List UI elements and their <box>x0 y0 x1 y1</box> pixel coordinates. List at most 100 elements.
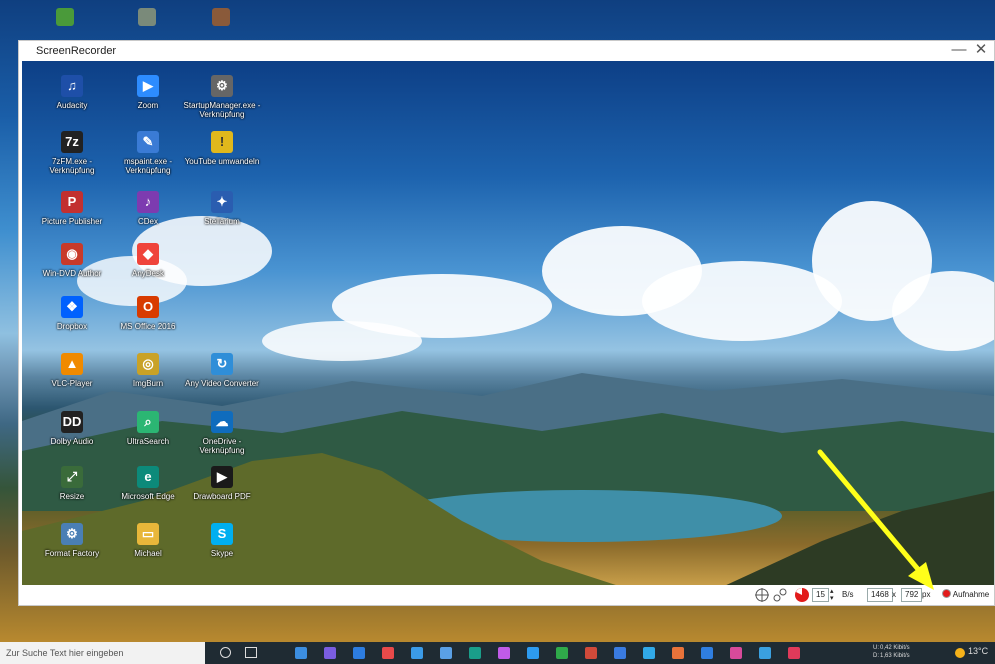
desktop-icon-label: VLC-Player <box>51 379 93 388</box>
dvd-icon: ◉ <box>61 243 83 265</box>
gear-icon: ⚙ <box>211 75 233 97</box>
desktop-icon-mspaint[interactable]: ✎ mspaint.exe - Verknüpfung <box>108 131 188 175</box>
desktop-icon-ultrasearch[interactable]: ⌕ UltraSearch <box>108 411 188 446</box>
net-down-value: 1,63 Kibit/s <box>880 653 910 659</box>
taskbar-app-icon[interactable] <box>498 647 510 659</box>
record-button[interactable]: Aufnahme <box>942 588 989 602</box>
desktop-icon-label: UltraSearch <box>126 437 170 446</box>
taskbar-app-icon[interactable] <box>701 647 713 659</box>
desktop-icon-audacity[interactable]: ♫ Audacity <box>32 75 112 110</box>
taskbar-app-icon[interactable] <box>411 647 423 659</box>
desktop-icon-drawboard-pdf[interactable]: ▶ Drawboard PDF <box>182 466 262 501</box>
desktop-icon-microsoft-edge[interactable]: e Microsoft Edge <box>108 466 188 501</box>
taskbar-app-icon[interactable] <box>672 647 684 659</box>
desktop-icon-label: StartupManager.exe - Verknüpfung <box>183 101 261 119</box>
screen-recorder-window: ScreenRecorder — ✕ ♫ Audacity ▶ Zoom ⚙ S… <box>18 40 995 606</box>
close-button[interactable]: ✕ <box>972 41 990 61</box>
desktop-icon-resize[interactable]: ⤢ Resize <box>32 466 112 501</box>
taskbar-app-icon[interactable] <box>730 647 742 659</box>
desktop-icon-any-video-converter[interactable]: ↻ Any Video Converter <box>182 353 262 388</box>
desktop-icon-imgburn[interactable]: ◎ ImgBurn <box>108 353 188 388</box>
capture-area[interactable]: ♫ Audacity ▶ Zoom ⚙ StartupManager.exe -… <box>22 61 994 587</box>
desktop-icon-label: Resize <box>59 492 85 501</box>
dolby-icon: DD <box>61 411 83 433</box>
desktop-icon-anydesk[interactable]: ◆ AnyDesk <box>108 243 188 278</box>
desktop-top-icon-1[interactable] <box>56 8 74 26</box>
height-input[interactable]: 792 <box>901 588 923 602</box>
desktop-icon-7zfm[interactable]: 7z 7zFM.exe - Verknüpfung <box>32 131 112 175</box>
settings-icon[interactable] <box>773 588 787 602</box>
desktop-icon-label: Audacity <box>56 101 88 110</box>
desktop-icon-label: Michael <box>134 549 162 558</box>
desktop-icon-label: Zoom <box>137 101 159 110</box>
desktop-icon-label: Skype <box>210 549 234 558</box>
desktop-icon-vlc[interactable]: ▲ VLC-Player <box>32 353 112 388</box>
desktop-icon-label: Picture Publisher <box>41 217 103 226</box>
taskbar-search-input[interactable]: Zur Suche Text hier eingeben <box>0 642 205 664</box>
onedrive-icon: ☁ <box>211 411 233 433</box>
desktop-icon-stellarium[interactable]: ✦ Stellarium <box>182 191 262 226</box>
taskbar-app-icon[interactable] <box>556 647 568 659</box>
taskbar-app-icon[interactable] <box>759 647 771 659</box>
taskbar-app-icon[interactable] <box>614 647 626 659</box>
task-view-icon[interactable] <box>245 647 257 658</box>
taskbar-app-icon[interactable] <box>382 647 394 659</box>
cortana-icon[interactable] <box>220 647 231 658</box>
net-down-label: D: <box>873 653 879 659</box>
weather-temperature[interactable]: 13°C <box>968 646 988 656</box>
desktop-icon-dolby-audio[interactable]: DD Dolby Audio <box>32 411 112 446</box>
recorder-toolbar: 15 ▴ ▾ B/s 1468 x 792 px Aufnahme <box>19 585 994 605</box>
desktop-icon-label: ImgBurn <box>132 379 164 388</box>
shield-icon: ! <box>211 131 233 153</box>
desktop-top-icon-3[interactable] <box>212 8 230 26</box>
minimize-button[interactable]: — <box>950 41 968 61</box>
desktop-icon-onedrive[interactable]: ☁ OneDrive - Verknüpfung <box>182 411 262 455</box>
size-unit: px <box>922 590 931 599</box>
paint-icon: ✎ <box>137 131 159 153</box>
desktop-icon-label: Dropbox <box>56 322 88 331</box>
edge-icon: e <box>137 466 159 488</box>
taskbar-app-icon[interactable] <box>295 647 307 659</box>
taskbar-app-icon[interactable] <box>469 647 481 659</box>
weather-sun-icon[interactable] <box>955 648 965 658</box>
desktop-icon-label: Win-DVD Author <box>42 269 102 278</box>
desktop-icon-youtube-umwandeln[interactable]: ! YouTube umwandeln <box>182 131 262 166</box>
desktop-icon-ms-office[interactable]: O MS Office 2016 <box>108 296 188 331</box>
taskbar-app-icon[interactable] <box>643 647 655 659</box>
taskbar-app-icon[interactable] <box>440 647 452 659</box>
record-label: Aufnahme <box>952 590 990 599</box>
desktop-icon-label: Drawboard PDF <box>193 492 251 501</box>
desktop-icon-zoom[interactable]: ▶ Zoom <box>108 75 188 110</box>
taskbar-app-icon[interactable] <box>324 647 336 659</box>
desktop-icon-format-factory[interactable]: ⚙ Format Factory <box>32 523 112 558</box>
desktop-icon-label: Microsoft Edge <box>121 492 175 501</box>
taskbar-app-icon[interactable] <box>788 647 800 659</box>
office-icon: O <box>137 296 159 318</box>
crosshair-icon[interactable] <box>755 588 769 602</box>
desktop-icon-picture-publisher[interactable]: P Picture Publisher <box>32 191 112 226</box>
drawboard-icon: ▶ <box>211 466 233 488</box>
desktop-icon-michael[interactable]: ▭ Michael <box>108 523 188 558</box>
video-converter-icon: ↻ <box>211 353 233 375</box>
desktop-icon-label: Any Video Converter <box>185 379 259 388</box>
desktop-icon-dropbox[interactable]: ❖ Dropbox <box>32 296 112 331</box>
desktop-icon-win-dvd-author[interactable]: ◉ Win-DVD Author <box>32 243 112 278</box>
picture-publisher-icon: P <box>61 191 83 213</box>
folder-icon: ▭ <box>137 523 159 545</box>
desktop-icon-startupmanager[interactable]: ⚙ StartupManager.exe - Verknüpfung <box>182 75 262 119</box>
fps-input[interactable]: 15 <box>812 588 829 602</box>
desktop-icon-skype[interactable]: S Skype <box>182 523 262 558</box>
fps-stepper[interactable]: ▴ ▾ <box>830 588 834 602</box>
desktop-icon-label: 7zFM.exe - Verknüpfung <box>49 157 95 175</box>
width-input[interactable]: 1468 <box>867 588 893 602</box>
size-separator: x <box>892 590 896 599</box>
zoom-icon: ▶ <box>137 75 159 97</box>
desktop-icon-label: CDex <box>137 217 158 226</box>
dropbox-icon: ❖ <box>61 296 83 318</box>
taskbar-app-icon[interactable] <box>585 647 597 659</box>
taskbar-app-icon[interactable] <box>353 647 365 659</box>
desktop-icon-label: Format Factory <box>44 549 100 558</box>
taskbar-app-icon[interactable] <box>527 647 539 659</box>
desktop-top-icon-2[interactable] <box>138 8 156 26</box>
desktop-icon-cdex[interactable]: ♪ CDex <box>108 191 188 226</box>
